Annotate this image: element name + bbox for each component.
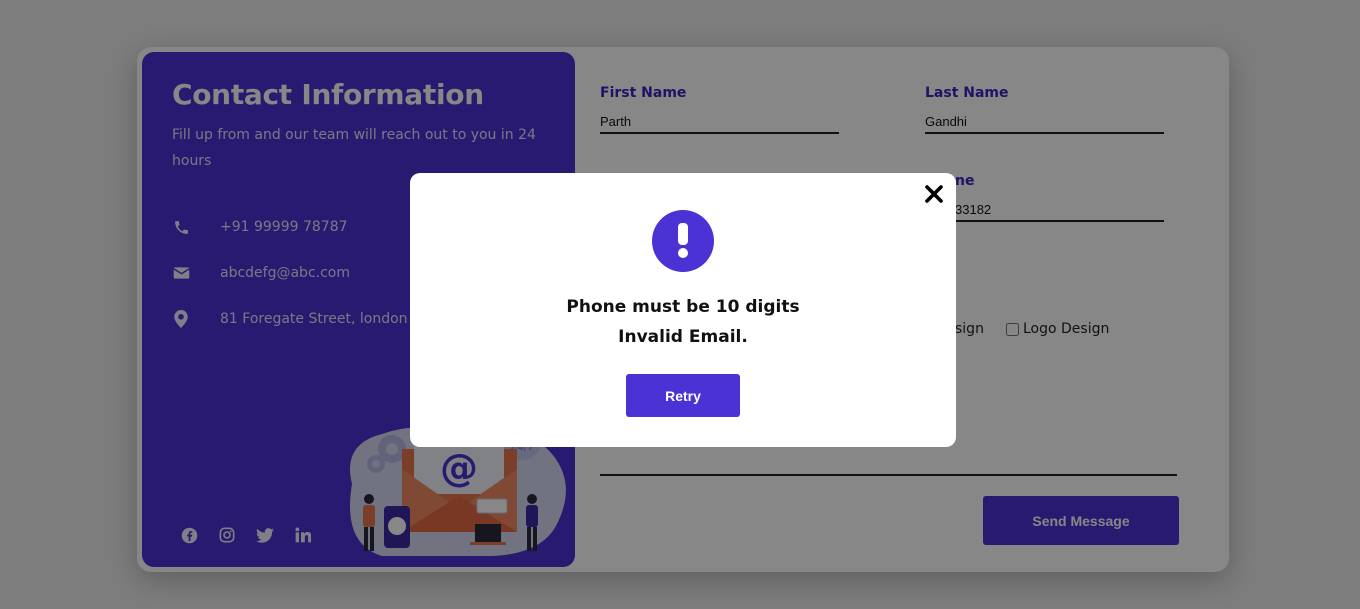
error-message-email: Invalid Email.	[618, 327, 748, 347]
error-modal: Phone must be 10 digits Invalid Email. R…	[410, 173, 956, 447]
close-icon[interactable]	[923, 183, 945, 205]
exclamation-icon	[652, 210, 714, 272]
retry-button[interactable]: Retry	[626, 374, 740, 417]
error-message-phone: Phone must be 10 digits	[566, 297, 800, 317]
